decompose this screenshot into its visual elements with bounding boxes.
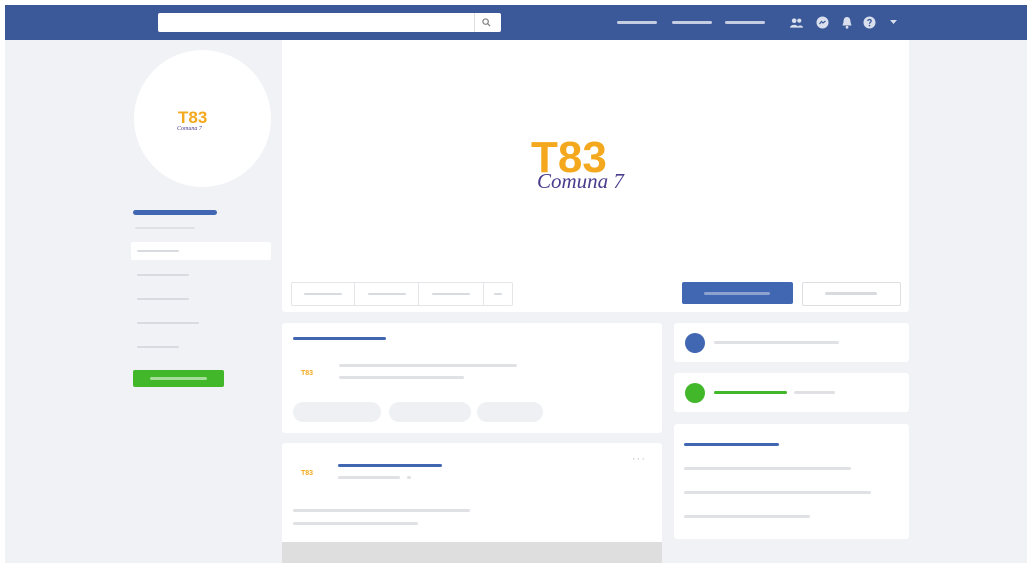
tab-1[interactable] <box>292 283 355 305</box>
profile-username <box>135 227 195 229</box>
cover-logo-script: Comuna 7 <box>537 169 625 193</box>
nav-link-home[interactable] <box>672 21 712 24</box>
info-card-1 <box>674 323 909 362</box>
sidebar-item-home[interactable] <box>131 242 271 260</box>
profile-picture[interactable]: T83 Comuna 7 <box>134 50 271 187</box>
bell-icon[interactable] <box>840 16 853 29</box>
about-line <box>684 515 810 518</box>
tab-more[interactable] <box>484 283 512 305</box>
logo-text: T83 <box>178 108 207 127</box>
post-author-name[interactable] <box>338 464 442 467</box>
status-icon <box>685 383 705 403</box>
info-card-2 <box>674 373 909 412</box>
page-tabs <box>291 282 513 306</box>
status-text <box>714 391 787 394</box>
post-author-avatar: T83 <box>301 470 313 477</box>
profile-name <box>133 210 217 215</box>
post-audience-icon <box>407 476 411 479</box>
about-line <box>684 467 851 470</box>
post-card: T83 ··· <box>282 443 662 563</box>
post-timestamp <box>338 476 400 479</box>
nav-link-create[interactable] <box>725 21 765 24</box>
logo-script: Comuna 7 <box>177 126 203 132</box>
page-avatar: T83 <box>301 370 313 377</box>
tab-3[interactable] <box>419 283 485 305</box>
svg-text:T83: T83 <box>301 470 313 477</box>
sidebar-item-photos[interactable] <box>131 290 271 308</box>
more-options-icon[interactable]: ··· <box>632 453 646 465</box>
post-option-more[interactable] <box>477 402 543 422</box>
post-image <box>282 542 662 563</box>
post-text-line <box>293 522 418 525</box>
create-page-button[interactable] <box>133 370 224 387</box>
status-subtext <box>794 391 835 394</box>
cover-logo: T83 Comuna 7 <box>531 133 625 193</box>
top-navigation-bar <box>5 5 1027 40</box>
post-option-photo[interactable] <box>293 402 381 422</box>
profile-logo: T83 Comuna 7 <box>177 108 207 132</box>
svg-text:T83: T83 <box>301 370 313 377</box>
secondary-action-button[interactable] <box>802 282 901 306</box>
chevron-down-icon[interactable] <box>888 16 898 29</box>
post-input[interactable] <box>337 361 537 383</box>
help-icon[interactable] <box>863 16 876 29</box>
sidebar-item-community[interactable] <box>131 338 271 356</box>
about-title <box>684 443 779 446</box>
nav-link-profile[interactable] <box>617 21 657 24</box>
tab-2[interactable] <box>355 283 420 305</box>
cover-section: T83 Comuna 7 <box>282 40 909 312</box>
primary-action-button[interactable] <box>682 282 793 304</box>
sidebar-item-posts[interactable] <box>131 314 271 332</box>
search-icon[interactable] <box>474 13 497 32</box>
sidebar-item-about[interactable] <box>131 266 271 284</box>
create-post-title <box>293 337 386 340</box>
post-text-line <box>293 509 470 512</box>
post-option-tag[interactable] <box>389 402 471 422</box>
messenger-icon[interactable] <box>816 16 829 29</box>
info-avatar-icon <box>685 333 705 353</box>
info-text <box>714 341 839 344</box>
search-input[interactable] <box>158 13 501 32</box>
friends-icon[interactable] <box>790 16 803 29</box>
page-frame: T83 Comuna 7 T83 Comuna 7 T83 T83 ··· <box>5 5 1027 563</box>
about-line <box>684 491 871 494</box>
about-card <box>674 424 909 539</box>
